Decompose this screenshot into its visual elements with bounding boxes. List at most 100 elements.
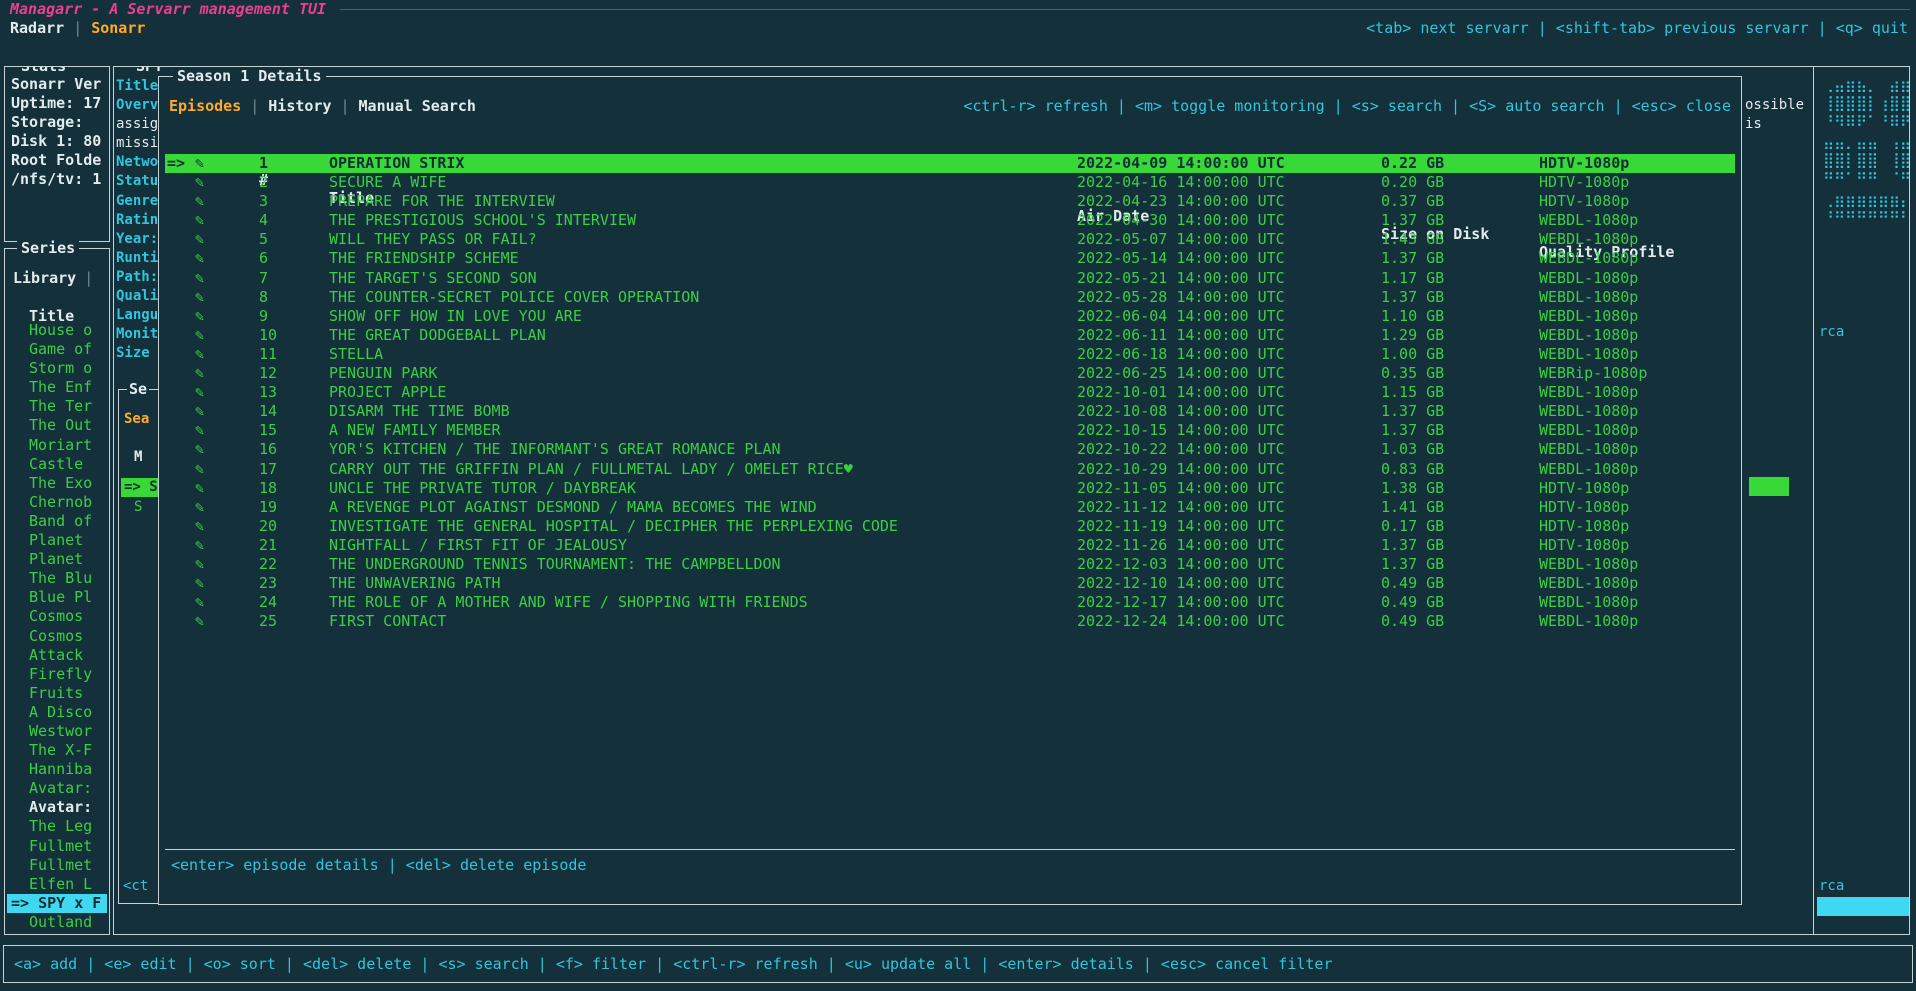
- episode-air-date: 2022-12-17 14:00:00 UTC: [1077, 593, 1285, 612]
- series-list-item[interactable]: Cosmos: [7, 607, 107, 626]
- series-list-item[interactable]: Avatar:: [7, 798, 107, 817]
- series-list-item[interactable]: Attack: [7, 646, 107, 665]
- monitored-pencil-icon: ✎: [195, 230, 204, 249]
- series-list-item[interactable]: Cosmos: [7, 627, 107, 646]
- episode-row[interactable]: ✎21NIGHTFALL / FIRST FIT OF JEALOUSY2022…: [159, 536, 1741, 555]
- episode-row[interactable]: ✎4THE PRESTIGIOUS SCHOOL'S INTERVIEW2022…: [159, 211, 1741, 230]
- series-list-item[interactable]: The Leg: [7, 817, 107, 836]
- episode-row[interactable]: ✎14DISARM THE TIME BOMB2022-10-08 14:00:…: [159, 402, 1741, 421]
- poster-dots-art: ⢀⣤⣶⣦⡀⠀⣴⣶⡄⢸⣿⣿⣿⡇⢰⣿⣿⡇⠘⠻⠿⠟⠁⠘⠿⠟⠁⣤⣤⡀⣤⣤⠀⢠⣤⡀⣿⣿⡇⣿…: [1823, 75, 1910, 228]
- series-list-item[interactable]: The Enf: [7, 378, 107, 397]
- tab-history[interactable]: History: [268, 97, 331, 116]
- field-label: Title: [116, 77, 160, 96]
- episode-row[interactable]: ✎2SECURE A WIFE2022-04-16 14:00:00 UTC0.…: [159, 173, 1741, 192]
- tab-radarr[interactable]: Radarr: [10, 19, 64, 38]
- episode-row[interactable]: ✎6THE FRIENDSHIP SCHEME2022-05-14 14:00:…: [159, 249, 1741, 268]
- episode-row[interactable]: ✎25FIRST CONTACT2022-12-24 14:00:00 UTC0…: [159, 612, 1741, 631]
- series-list-item[interactable]: The Exo: [7, 474, 107, 493]
- series-list-item[interactable]: Moriart: [7, 436, 107, 455]
- episode-row[interactable]: =>✎1OPERATION STRIX2022-04-09 14:00:00 U…: [159, 154, 1741, 173]
- series-list-item[interactable]: Planet: [7, 550, 107, 569]
- episode-title: INVESTIGATE THE GENERAL HOSPITAL / DECIP…: [329, 517, 898, 536]
- episode-title: THE PRESTIGIOUS SCHOOL'S INTERVIEW: [329, 211, 636, 230]
- episode-row[interactable]: ✎16YOR'S KITCHEN / THE INFORMANT'S GREAT…: [159, 440, 1741, 459]
- episode-row[interactable]: ✎3PREPARE FOR THE INTERVIEW2022-04-23 14…: [159, 192, 1741, 211]
- episode-footer-hints: <enter> episode details | <del> delete e…: [171, 856, 586, 875]
- series-list-item[interactable]: Outland: [7, 913, 107, 931]
- series-list-item[interactable]: The Blu: [7, 569, 107, 588]
- episode-number: 15: [259, 421, 277, 440]
- series-list-item[interactable]: Chernob: [7, 493, 107, 512]
- episode-row[interactable]: ✎17CARRY OUT THE GRIFFIN PLAN / FULLMETA…: [159, 460, 1741, 479]
- episode-row[interactable]: ✎15A NEW FAMILY MEMBER2022-10-15 14:00:0…: [159, 421, 1741, 440]
- series-list-item[interactable]: Storm o: [7, 359, 107, 378]
- episode-quality-profile: WEBDL-1080p: [1539, 326, 1638, 345]
- episode-quality-profile: WEBDL-1080p: [1539, 383, 1638, 402]
- seasons-tab-fragment[interactable]: Sea: [124, 410, 149, 429]
- field-label: Path:: [116, 268, 160, 287]
- episode-size-on-disk: 1.41 GB: [1381, 498, 1444, 517]
- series-list-item[interactable]: Fruits: [7, 684, 107, 703]
- episode-size-on-disk: 0.49 GB: [1381, 612, 1444, 631]
- series-list-item[interactable]: Avatar:: [7, 779, 107, 798]
- series-list-item[interactable]: Hanniba: [7, 760, 107, 779]
- series-list-item[interactable]: Elfen L: [7, 875, 107, 894]
- episode-row[interactable]: ✎11STELLA2022-06-18 14:00:00 UTC1.00 GBW…: [159, 345, 1741, 364]
- episode-row[interactable]: ✎18UNCLE THE PRIVATE TUTOR / DAYBREAK202…: [159, 479, 1741, 498]
- episode-size-on-disk: 0.17 GB: [1381, 517, 1444, 536]
- episode-quality-profile: WEBDL-1080p: [1539, 402, 1638, 421]
- series-list-item[interactable]: Fullmet: [7, 856, 107, 875]
- tab-divider: |: [250, 97, 259, 116]
- episode-row[interactable]: ✎13PROJECT APPLE2022-10-01 14:00:00 UTC1…: [159, 383, 1741, 402]
- episode-size-on-disk: 0.49 GB: [1381, 574, 1444, 593]
- series-list-item[interactable]: Band of: [7, 512, 107, 531]
- episode-row[interactable]: ✎19A REVENGE PLOT AGAINST DESMOND / MAMA…: [159, 498, 1741, 517]
- stats-line: Sonarr Ver: [11, 75, 108, 94]
- episode-row[interactable]: ✎23THE UNWAVERING PATH2022-12-10 14:00:0…: [159, 574, 1741, 593]
- episode-size-on-disk: 1.38 GB: [1381, 479, 1444, 498]
- episode-size-on-disk: 1.37 GB: [1381, 249, 1444, 268]
- episode-row[interactable]: ✎12PENGUIN PARK2022-06-25 14:00:00 UTC0.…: [159, 364, 1741, 383]
- selected-row-prefix: =>: [167, 154, 185, 173]
- episode-air-date: 2022-06-25 14:00:00 UTC: [1077, 364, 1285, 383]
- episode-quality-profile: WEBRip-1080p: [1539, 364, 1647, 383]
- overview-text-fragment-right-2: is: [1745, 115, 1762, 134]
- series-list-item[interactable]: The X-F: [7, 741, 107, 760]
- episode-title: A REVENGE PLOT AGAINST DESMOND / MAMA BE…: [329, 498, 817, 517]
- episode-number: 8: [259, 288, 268, 307]
- series-list-item[interactable]: => SPY x F: [7, 894, 107, 913]
- episode-row[interactable]: ✎8THE COUNTER-SECRET POLICE COVER OPERAT…: [159, 288, 1741, 307]
- episode-title: OPERATION STRIX: [329, 154, 464, 173]
- monitored-pencil-icon: ✎: [195, 402, 204, 421]
- seasons-row-fragment[interactable]: S: [134, 498, 142, 517]
- series-list-item[interactable]: The Ter: [7, 397, 107, 416]
- episode-row[interactable]: ✎5WILL THEY PASS OR FAIL?2022-05-07 14:0…: [159, 230, 1741, 249]
- tab-sonarr[interactable]: Sonarr: [91, 19, 145, 38]
- episode-row[interactable]: ✎20INVESTIGATE THE GENERAL HOSPITAL / DE…: [159, 517, 1741, 536]
- series-list-item[interactable]: Castle: [7, 455, 107, 474]
- monitored-pencil-icon: ✎: [195, 517, 204, 536]
- tab-episodes[interactable]: Episodes: [169, 97, 241, 116]
- episode-row[interactable]: ✎9SHOW OFF HOW IN LOVE YOU ARE2022-06-04…: [159, 307, 1741, 326]
- episode-quality-profile: HDTV-1080p: [1539, 479, 1629, 498]
- series-list-item[interactable]: Firefly: [7, 665, 107, 684]
- episode-row[interactable]: ✎7THE TARGET'S SECOND SON2022-05-21 14:0…: [159, 269, 1741, 288]
- series-list-item[interactable]: A Disco: [7, 703, 107, 722]
- series-list-item[interactable]: Game of: [7, 340, 107, 359]
- episode-row[interactable]: ✎22THE UNDERGROUND TENNIS TOURNAMENT: TH…: [159, 555, 1741, 574]
- series-list-item[interactable]: Blue Pl: [7, 588, 107, 607]
- season-modal-tab-bar: Episodes | History | Manual Search: [169, 97, 476, 116]
- tab-library[interactable]: Library: [13, 269, 76, 288]
- series-list-item[interactable]: Fullmet: [7, 837, 107, 856]
- episode-row[interactable]: ✎24THE ROLE OF A MOTHER AND WIFE / SHOPP…: [159, 593, 1741, 612]
- episode-row[interactable]: ✎10THE GREAT DODGEBALL PLAN2022-06-11 14…: [159, 326, 1741, 345]
- series-list-item[interactable]: House o: [7, 321, 107, 340]
- series-list-item[interactable]: Westwor: [7, 722, 107, 741]
- series-list-item[interactable]: Planet: [7, 531, 107, 550]
- episode-number: 5: [259, 230, 268, 249]
- series-panel-title: Series: [17, 239, 79, 258]
- episode-quality-profile: HDTV-1080p: [1539, 173, 1629, 192]
- series-list-item[interactable]: The Out: [7, 416, 107, 435]
- monitored-pencil-icon: ✎: [195, 460, 204, 479]
- tab-manual-search[interactable]: Manual Search: [359, 97, 476, 116]
